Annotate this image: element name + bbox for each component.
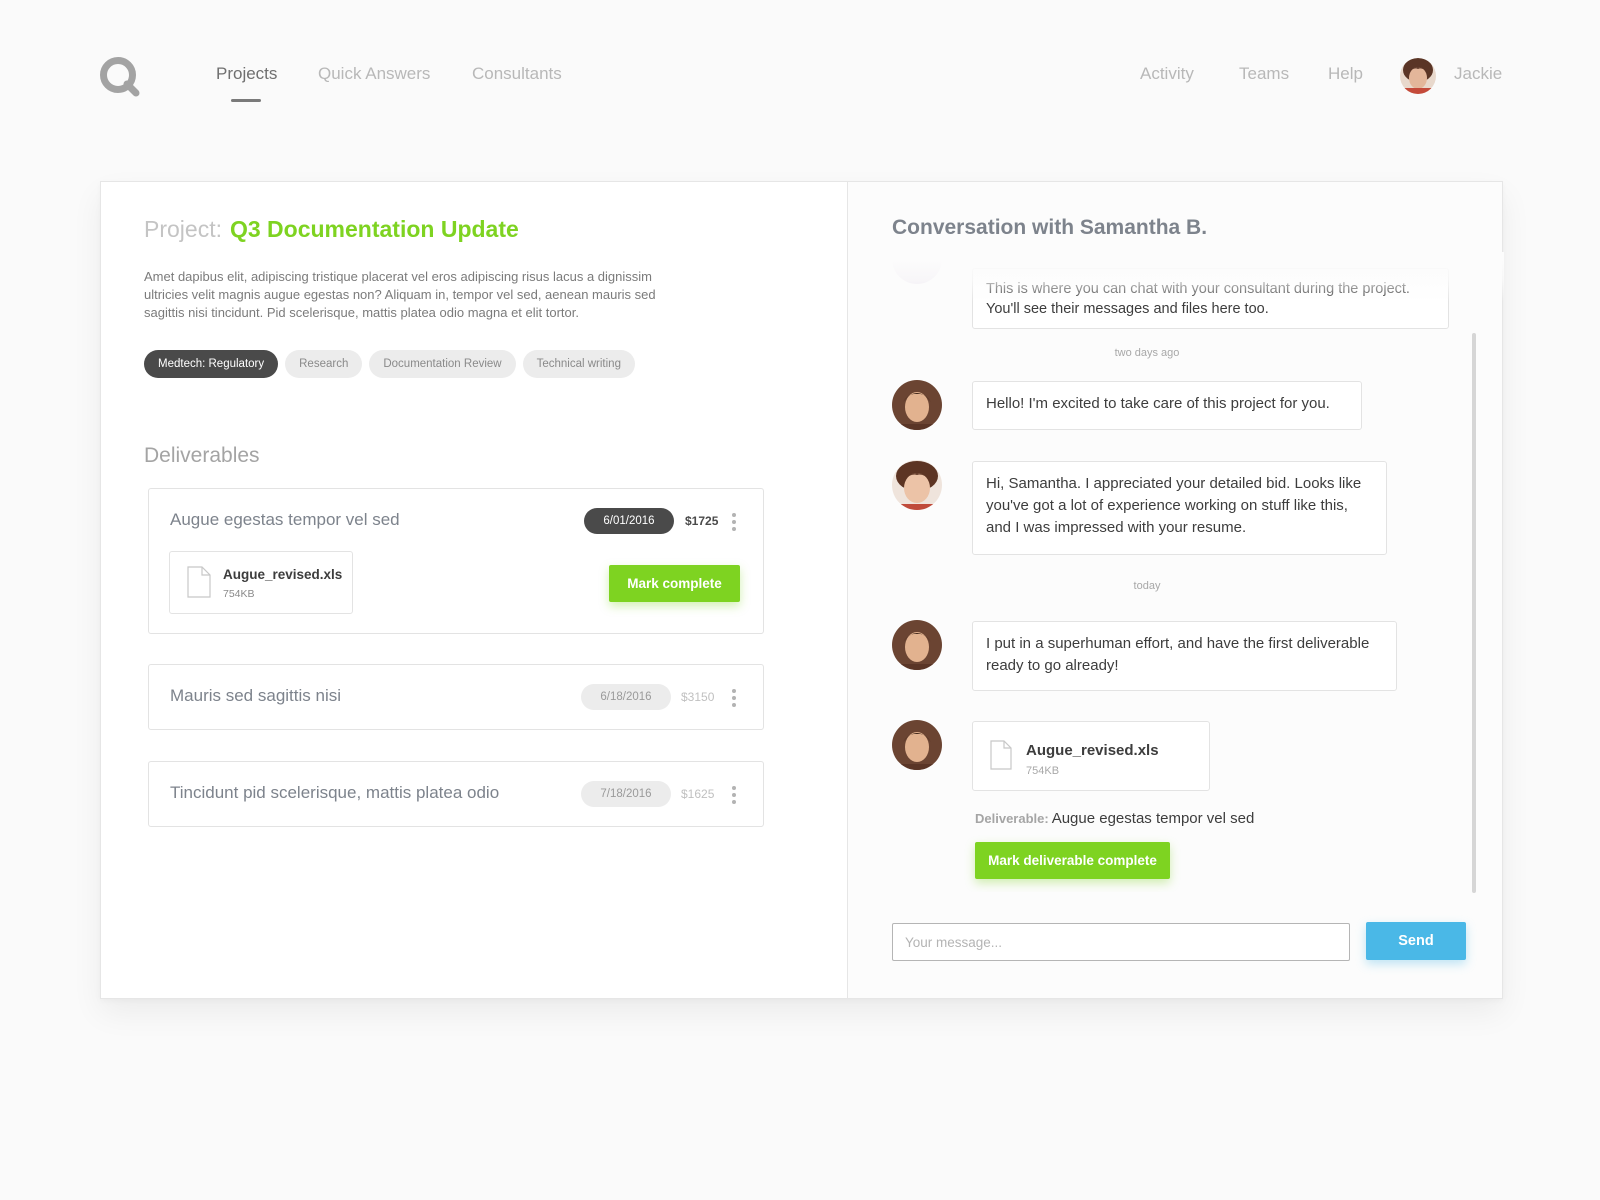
tag-research[interactable]: Research [285,350,363,378]
project-card: Project: Q3 Documentation Update Amet dap… [100,181,1504,999]
consultant-avatar [892,720,942,770]
tag-documentation-review[interactable]: Documentation Review [369,350,516,378]
q-logo-icon[interactable] [99,56,141,98]
deliverable-title: Augue egestas tempor vel sed [170,510,400,529]
deliverable-price: $1725 [685,514,719,528]
consultant-avatar [892,380,942,430]
file-name: Augue_revised.xls [1026,742,1159,759]
consultant-avatar [892,252,942,284]
project-title: Project: Q3 Documentation Update [144,216,519,243]
deliverables-heading: Deliverables [144,444,260,467]
file-size: 754KB [1026,765,1060,777]
user-avatar[interactable] [1400,58,1436,94]
tag-medtech-regulatory[interactable]: Medtech: Regulatory [144,350,279,378]
deliverable-card[interactable]: Tincidunt pid scelerisque, mattis platea… [148,761,764,827]
deliverable-date: 7/18/2016 [581,781,671,807]
mark-complete-button[interactable]: Mark complete [609,565,740,602]
deliverable-date: 6/01/2016 [584,508,674,534]
top-navigation: Projects Quick Answers Consultants Activ… [0,0,1600,150]
more-options-icon[interactable] [730,513,738,533]
message-bubble: Hi, Samantha. I appreciated your detaile… [972,461,1387,555]
deliverable-price: $3150 [681,690,715,704]
chat-file-attachment[interactable]: Augue_revised.xls 754KB [972,721,1210,791]
timestamp: two days ago [1114,347,1180,359]
nav-activity[interactable]: Activity [1140,64,1194,84]
message-input[interactable] [892,923,1350,961]
project-name: Q3 Documentation Update [229,216,519,242]
more-options-icon[interactable] [730,786,738,806]
deliverable-title: Tincidunt pid scelerisque, mattis platea… [170,783,500,802]
nav-teams[interactable]: Teams [1239,64,1289,84]
nav-help[interactable]: Help [1328,64,1363,84]
user-chat-avatar [892,460,942,510]
deliverable-price: $1625 [681,787,715,801]
document-icon [990,740,1012,770]
deliverable-reference-label: Deliverable: [975,811,1049,826]
nav-active-indicator [231,99,261,102]
file-size: 754KB [223,588,255,600]
deliverable-reference: Deliverable: Augue egestas tempor vel sed [975,810,1254,827]
file-name: Augue_revised.xls [223,567,343,582]
project-description: Amet dapibus elit, adipiscing tristique … [144,269,656,320]
more-options-icon[interactable] [730,689,738,709]
user-name[interactable]: Jackie [1454,64,1502,84]
nav-quick-answers[interactable]: Quick Answers [318,64,430,84]
project-label: Project: [144,216,222,242]
conversation-title: Conversation with Samantha B. [892,216,1208,239]
deliverable-card[interactable]: Augue egestas tempor vel sed 6/01/2016 $… [148,488,764,634]
send-button[interactable]: Send [1366,922,1466,960]
timestamp: today [1133,580,1161,592]
message-bubble: I put in a superhuman effort, and have t… [972,621,1397,691]
nav-consultants[interactable]: Consultants [472,64,562,84]
file-attachment[interactable]: Augue_revised.xls 754KB [169,551,353,614]
nav-projects[interactable]: Projects [216,64,277,84]
document-icon [187,566,211,598]
deliverable-title: Mauris sed sagittis nisi [170,686,342,705]
mark-deliverable-complete-button[interactable]: Mark deliverable complete [975,842,1170,879]
deliverable-date: 6/18/2016 [581,684,671,710]
chat-scrollbar[interactable] [1472,333,1476,893]
consultant-avatar [892,620,942,670]
message-bubble: Hello! I'm excited to take care of this … [972,381,1362,430]
deliverable-reference-name: Augue egestas tempor vel sed [1051,810,1255,827]
tag-technical-writing[interactable]: Technical writing [522,350,635,378]
message-bubble: This is where you can chat with your con… [972,268,1449,329]
tag-list: Medtech: Regulatory Research Documentati… [144,350,635,378]
deliverable-card[interactable]: Mauris sed sagittis nisi 6/18/2016 $3150 [148,664,764,730]
chat-scroll-area[interactable]: This is where you can chat with your con… [848,252,1504,892]
